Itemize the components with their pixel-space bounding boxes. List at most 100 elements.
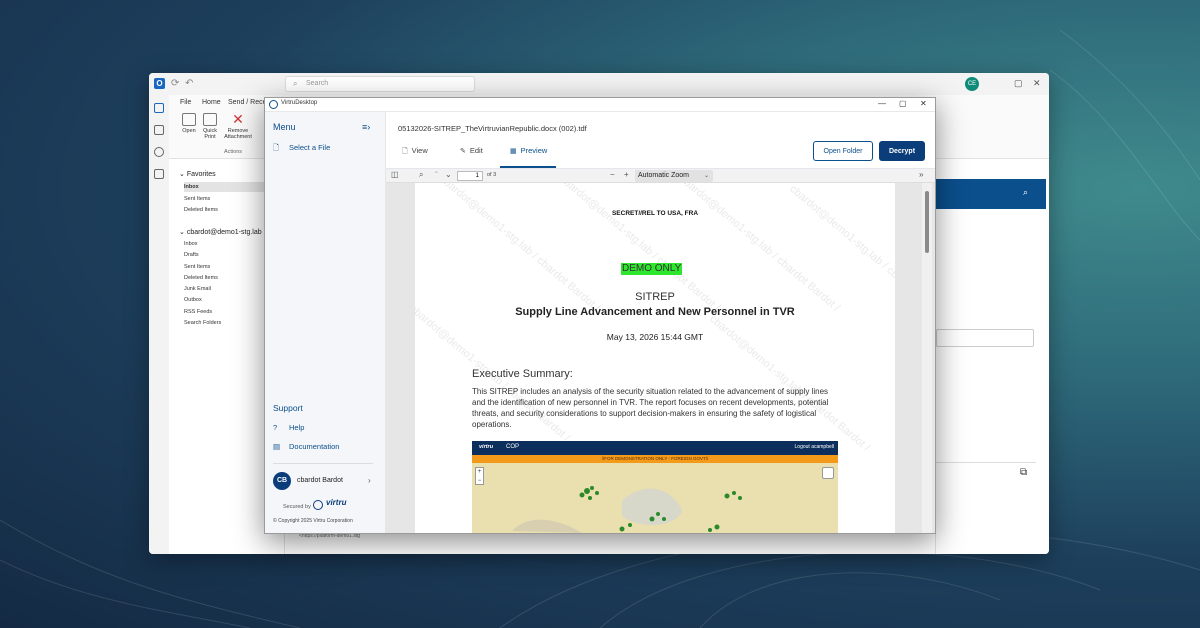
search-icon: ⌕ — [293, 79, 298, 88]
outlook-logo-icon: O — [154, 78, 165, 89]
addin-input[interactable] — [936, 329, 1034, 347]
select-file-item[interactable]: 🗋 Select a File — [273, 142, 330, 155]
folder-open-icon — [182, 113, 196, 126]
remove-icon: ✕ — [232, 111, 244, 127]
documentation-item[interactable]: ▤ Documentation — [273, 442, 339, 451]
quick-print-button[interactable]: Quick Print — [197, 113, 223, 140]
menu-file[interactable]: File — [180, 99, 191, 106]
chevron-down-icon: ⌄ — [703, 173, 709, 179]
close-icon[interactable]: ✕ — [1033, 78, 1041, 89]
folder-favorites-deleted[interactable]: Deleted Items — [184, 205, 272, 215]
folder-drafts[interactable]: Drafts — [184, 250, 272, 260]
menu-home[interactable]: Home — [202, 99, 221, 106]
pdf-viewer[interactable]: cbardot@demo1-stg.lab / cbardot Bardot /… — [386, 183, 935, 533]
folder-search[interactable]: Search Folders — [184, 318, 272, 328]
ribbon-group-label: Actions — [224, 149, 243, 155]
window-title: VirtruDesktop — [281, 100, 318, 106]
close-icon[interactable]: ✕ — [920, 99, 927, 108]
folder-outbox[interactable]: Outbox — [184, 295, 272, 305]
summary-text: This SITREP includes an analysis of the … — [472, 387, 829, 429]
document-date: May 13, 2026 15:44 GMT — [606, 332, 704, 342]
folder-sent[interactable]: Sent Items — [184, 262, 272, 272]
virtru-main: 05132026-SITREP_TheVirtruvianRepublic.do… — [386, 112, 935, 533]
search-icon[interactable]: ⌕ — [419, 170, 423, 180]
tab-view[interactable]: 🗋 View — [402, 146, 428, 168]
map-brand: virtru — [479, 444, 494, 450]
file-plus-icon: 🗋 — [273, 143, 280, 152]
folder-inbox[interactable]: Inbox — [184, 239, 272, 249]
virtru-logo-icon — [269, 100, 278, 109]
chevron-right-icon[interactable]: › — [368, 476, 371, 485]
decrypt-button[interactable]: Decrypt — [879, 141, 925, 161]
folder-deleted[interactable]: Deleted Items — [184, 273, 272, 283]
virtru-logo-icon — [313, 500, 323, 510]
popout-icon[interactable]: ⧉ — [1020, 467, 1027, 478]
mail-icon[interactable] — [154, 103, 164, 113]
restore-icon[interactable]: ▢ — [1014, 78, 1023, 89]
preview-icon: ▦ — [510, 148, 517, 155]
favorites-header[interactable]: ⌄ Favorites — [179, 170, 216, 178]
zoom-in-icon[interactable]: + — [624, 170, 629, 179]
scrollbar-thumb[interactable] — [925, 191, 929, 253]
sidebar-divider — [273, 463, 373, 464]
maximize-icon[interactable]: ▢ — [899, 99, 907, 108]
support-title: Support — [273, 403, 303, 413]
printer-icon — [203, 113, 217, 126]
remove-attachment-button[interactable]: ✕ Remove Attachment — [223, 111, 253, 140]
tab-edit[interactable]: ✎ Edit — [460, 146, 483, 168]
pdf-scrollbar[interactable] — [922, 183, 932, 533]
map-banner: //FOR DEMONSTRATION ONLY - FOREIGN GOVT/… — [472, 455, 838, 463]
zoom-out-icon[interactable]: − — [610, 170, 615, 179]
zoom-select[interactable]: Automatic Zoom ⌄ — [635, 170, 713, 182]
demo-label: DEMO ONLY — [621, 263, 683, 275]
pdf-page: cbardot@demo1-stg.lab / cbardot Bardot /… — [415, 183, 895, 533]
virtru-window: VirtruDesktop — ▢ ✕ Menu ≡› 🗋 Select a Fi… — [264, 97, 936, 534]
search-icon[interactable]: ⌕ — [1023, 187, 1028, 198]
menu-send-receive[interactable]: Send / Recei — [228, 99, 268, 106]
map-zoom-controls: + − — [475, 467, 484, 485]
outlook-addin-panel: ⌕ ⧉ — [935, 159, 1049, 554]
user-name[interactable]: cbardot Bardot — [297, 477, 343, 484]
apps-icon[interactable] — [154, 169, 164, 179]
file-icon: 🗋 — [402, 148, 408, 155]
sidebar-toggle-icon[interactable]: ◫ — [391, 170, 399, 179]
folder-favorites-inbox[interactable]: Inbox — [184, 182, 272, 192]
copyright: © Copyright 2025 Virtru Corporation — [273, 518, 353, 524]
collapse-menu-icon[interactable]: ≡› — [362, 122, 370, 132]
more-tools-icon[interactable]: » — [919, 170, 923, 179]
folder-rss[interactable]: RSS Feeds — [184, 307, 272, 317]
outlook-avatar[interactable]: CE — [965, 77, 979, 91]
chevron-up-icon[interactable]: ⌃ — [433, 170, 440, 179]
minimize-icon[interactable]: — — [878, 99, 886, 108]
open-folder-button[interactable]: Open Folder — [813, 141, 873, 161]
map-logout: Logout acampbell — [794, 444, 834, 450]
section-heading: Executive Summary: — [472, 368, 573, 380]
folder-favorites-sent[interactable]: Sent Items — [184, 194, 272, 204]
page-number-input[interactable]: 1 — [457, 171, 483, 181]
account-header[interactable]: ⌄ cbardot@demo1-stg.lab — [179, 228, 262, 236]
outlook-titlebar: O ⟳ ↶ ⌕ Search CE ▢ ✕ — [149, 73, 1049, 95]
sync-icon[interactable]: ⟳ — [171, 78, 179, 89]
user-avatar[interactable]: CB — [273, 472, 291, 490]
menu-title: Menu — [273, 122, 296, 132]
undo-icon[interactable]: ↶ — [185, 78, 193, 89]
outlook-search-input[interactable]: ⌕ Search — [285, 76, 475, 92]
calendar-icon[interactable] — [154, 125, 164, 135]
chevron-down-icon[interactable]: ⌄ — [445, 170, 452, 179]
secured-by-label: Secured by — [283, 504, 311, 510]
people-icon[interactable] — [154, 147, 164, 157]
virtru-brand: virtru — [326, 498, 347, 507]
pencil-icon: ✎ — [460, 148, 466, 155]
outlook-app-rail — [149, 95, 169, 554]
virtru-sidebar: Menu ≡› 🗋 Select a File Support ? Help ▤ Do… — [265, 112, 386, 533]
folder-junk[interactable]: Junk Email — [184, 284, 272, 294]
addin-header-bar: ⌕ — [936, 179, 1046, 209]
help-icon: ? — [273, 423, 278, 432]
page-count: of 3 — [487, 172, 497, 178]
tab-preview[interactable]: ▦ Preview — [500, 146, 556, 168]
file-name: 05132026-SITREP_TheVirtruvianRepublic.do… — [398, 124, 587, 133]
divider — [936, 462, 1036, 463]
virtru-titlebar: VirtruDesktop — ▢ ✕ — [265, 98, 935, 112]
help-item[interactable]: ? Help — [273, 423, 304, 432]
map-screenshot: virtru COP Logout acampbell //FOR DEMONS… — [472, 441, 838, 533]
